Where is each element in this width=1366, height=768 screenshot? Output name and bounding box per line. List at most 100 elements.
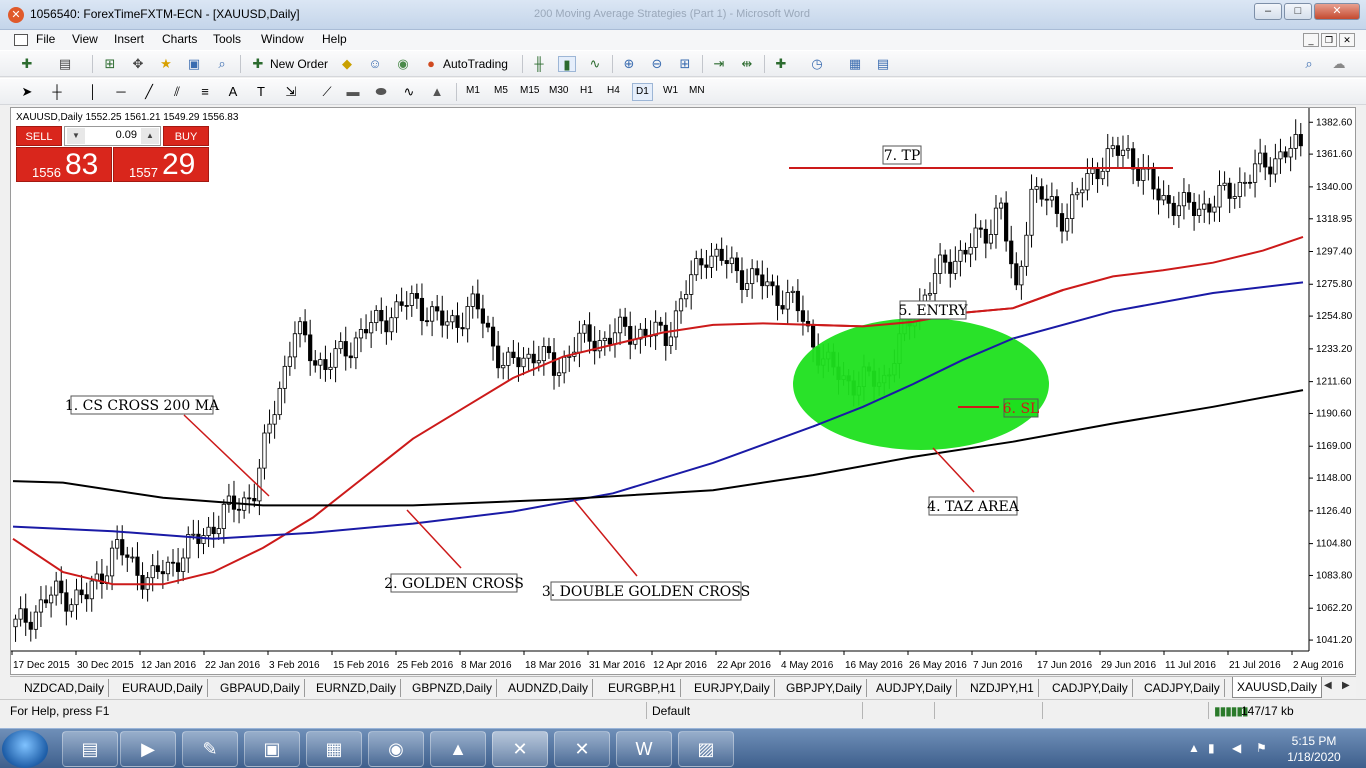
vertical-line-icon[interactable]: │ (84, 84, 102, 100)
lot-increase-icon[interactable]: ▲ (141, 128, 159, 144)
word-taskbar-icon[interactable]: W (616, 731, 672, 767)
child-restore-button[interactable]: ❐ (1321, 33, 1337, 47)
clock-date[interactable]: 1/18/2020 (1282, 750, 1346, 764)
trendline-icon[interactable]: ╱ (140, 84, 158, 100)
tab-eurnzd-daily[interactable]: EURNZD,Daily (312, 679, 402, 697)
text-label-icon[interactable]: T (252, 84, 270, 100)
photo-viewer-taskbar-icon[interactable]: ▨ (678, 731, 734, 767)
indicators-icon[interactable]: ✚ (772, 56, 790, 72)
signals-icon[interactable]: ☺ (366, 56, 384, 72)
market-icon[interactable]: ◉ (394, 56, 412, 72)
tab-gbpaud-daily[interactable]: GBPAUD,Daily (216, 679, 305, 697)
new-order-button[interactable]: New Order (270, 57, 328, 71)
fxtm-taskbar-icon[interactable]: ✕ (554, 731, 610, 767)
menu-tools[interactable]: Tools (213, 32, 241, 46)
data-window-icon[interactable]: ✥ (129, 56, 147, 72)
zoom-out-icon[interactable]: ⊖ (648, 56, 666, 72)
media-player-taskbar-icon[interactable]: ▶ (120, 731, 176, 767)
timeframe-m30[interactable]: M30 (549, 85, 568, 96)
text-tool-icon[interactable]: A (224, 84, 242, 100)
explorer-taskbar-icon[interactable]: ▤ (62, 731, 118, 767)
tab-cadjpy-daily[interactable]: CADJPY,Daily (1048, 679, 1133, 697)
buy-button[interactable]: BUY (163, 126, 209, 146)
price-chart[interactable]: 1382.60 1361.60 1340.00 1318.95 1297.40 1275.… (11, 108, 1357, 676)
metatrader-taskbar-icon[interactable]: ✕ (492, 731, 548, 767)
close-button[interactable]: ✕ (1314, 3, 1360, 20)
menu-window[interactable]: Window (261, 32, 304, 46)
app-icon[interactable]: ✕ (8, 7, 24, 23)
arrows-icon[interactable]: ⇲ (282, 84, 300, 100)
lot-size-field[interactable]: ▼ 0.09 ▲ (64, 126, 161, 146)
menu-charts[interactable]: Charts (162, 32, 197, 46)
start-button[interactable] (2, 730, 48, 768)
tab-nzdjpy-h1[interactable]: NZDJPY,H1 (966, 679, 1039, 697)
minimize-button[interactable]: – (1254, 3, 1282, 20)
document-icon[interactable] (14, 34, 28, 46)
calculator-taskbar-icon[interactable]: ▦ (306, 731, 362, 767)
chat-icon[interactable]: ☁ (1330, 56, 1348, 72)
line-chart-icon[interactable]: ∿ (586, 56, 604, 72)
paint-taskbar-icon[interactable]: ✎ (182, 731, 238, 767)
chart-settings-icon[interactable]: ▤ (874, 56, 892, 72)
timeframe-m15[interactable]: M15 (520, 85, 539, 96)
metaeditor-icon[interactable]: ◆ (338, 56, 356, 72)
terminal-icon[interactable]: ▣ (185, 56, 203, 72)
volume-icon[interactable]: ◀ (1232, 741, 1241, 755)
chart-window[interactable]: 1382.60 1361.60 1340.00 1318.95 1297.40 1275.… (10, 107, 1356, 675)
child-minimize-button[interactable]: _ (1303, 33, 1319, 47)
lot-decrease-icon[interactable]: ▼ (67, 128, 85, 144)
candlestick-chart-icon[interactable]: ▮ (558, 56, 576, 72)
timeframe-h4[interactable]: H4 (607, 85, 620, 96)
elliott-wave-icon[interactable]: ∿ (400, 84, 418, 100)
menu-file[interactable]: File (36, 32, 55, 46)
new-order-icon[interactable]: ✚ (249, 56, 267, 72)
tab-scroll-right-icon[interactable]: ▶ (1342, 680, 1350, 691)
tab-eurgbp-h1[interactable]: EURGBP,H1 (604, 679, 681, 697)
tab-scroll-left-icon[interactable]: ◀ (1324, 680, 1332, 691)
buy-price[interactable]: 1557 29 (113, 147, 209, 182)
flag-icon[interactable]: ⚑ (1256, 741, 1267, 755)
autotrading-button[interactable]: AutoTrading (443, 57, 508, 71)
new-chart-icon[interactable]: ✚ (18, 56, 36, 72)
network-icon[interactable]: ▮ (1208, 741, 1215, 755)
tab-audjpy-daily[interactable]: AUDJPY,Daily (872, 679, 957, 697)
clock-time[interactable]: 5:15 PM (1282, 734, 1346, 748)
tab-nzdcad-daily[interactable]: NZDCAD,Daily (20, 679, 110, 697)
ellipse-icon[interactable]: ⬬ (372, 84, 390, 100)
menu-view[interactable]: View (72, 32, 98, 46)
menu-insert[interactable]: Insert (114, 32, 144, 46)
horizontal-line-icon[interactable]: ─ (112, 84, 130, 100)
tab-cadjpy-daily-2[interactable]: CADJPY,Daily (1140, 679, 1225, 697)
cursor-icon[interactable]: ➤ (18, 84, 36, 100)
menu-help[interactable]: Help (322, 32, 347, 46)
timeframe-mn[interactable]: MN (689, 85, 705, 96)
tile-windows-icon[interactable]: ⊞ (676, 56, 694, 72)
periods-icon[interactable]: ◷ (808, 56, 826, 72)
navigator-icon[interactable]: ★ (157, 56, 175, 72)
tray-expand-icon[interactable]: ▲ (1188, 741, 1200, 755)
triangle-icon[interactable]: ▲ (428, 84, 446, 100)
rectangle-icon[interactable]: ▬ (344, 84, 362, 100)
fibonacci-icon[interactable]: ≡ (196, 84, 214, 100)
bar-chart-icon[interactable]: ╫ (530, 56, 548, 72)
timeframe-m1[interactable]: M1 (466, 85, 480, 96)
timeframe-w1[interactable]: W1 (663, 85, 678, 96)
market-watch-icon[interactable]: ⊞ (101, 56, 119, 72)
child-close-button[interactable]: ✕ (1339, 33, 1355, 47)
timeframe-h1[interactable]: H1 (580, 85, 593, 96)
tab-euraud-daily[interactable]: EURAUD,Daily (118, 679, 208, 697)
sell-button[interactable]: SELL (16, 126, 62, 146)
strategy-tester-icon[interactable]: ⌕ (213, 56, 231, 72)
pitchfork-icon[interactable]: ⟋ (318, 84, 336, 100)
zoom-in-icon[interactable]: ⊕ (620, 56, 638, 72)
timeframe-m5[interactable]: M5 (494, 85, 508, 96)
chart-shift-icon[interactable]: ⇹ (738, 56, 756, 72)
tab-audnzd-daily[interactable]: AUDNZD,Daily (504, 679, 594, 697)
tab-gbpjpy-daily[interactable]: GBPJPY,Daily (782, 679, 867, 697)
tab-eurjpy-daily[interactable]: EURJPY,Daily (690, 679, 775, 697)
sell-price[interactable]: 1556 83 (16, 147, 112, 182)
crosshair-icon[interactable]: ┼ (48, 84, 66, 100)
autotrading-icon[interactable]: ● (422, 56, 440, 72)
auto-scroll-icon[interactable]: ⇥ (710, 56, 728, 72)
search-icon[interactable]: ⌕ (1300, 56, 1318, 72)
